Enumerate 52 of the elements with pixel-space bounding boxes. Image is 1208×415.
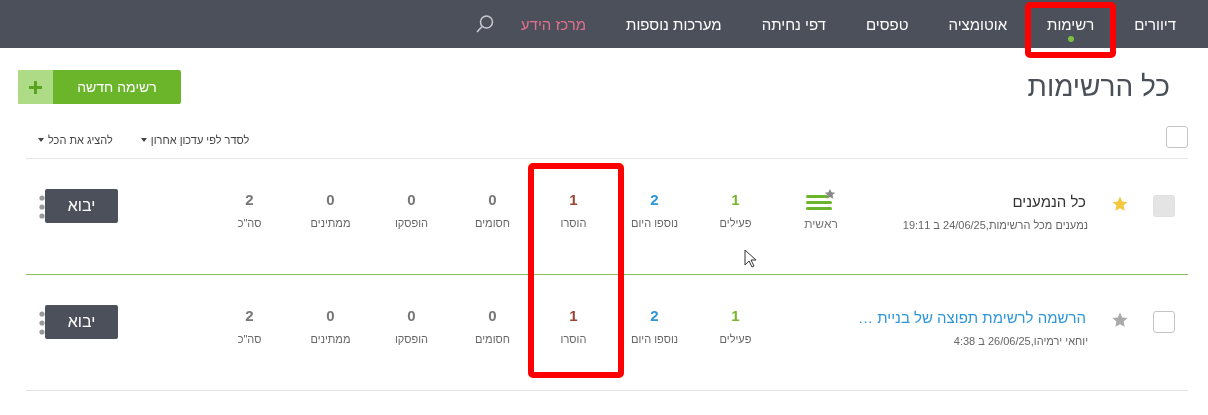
stat-label: חסומים: [475, 333, 510, 345]
pointer-icon: [744, 249, 758, 269]
nav-tab[interactable]: מערכות נוספות: [606, 0, 742, 48]
stat-value: 0: [407, 191, 416, 208]
stat-label: סה"כ: [237, 217, 262, 229]
nav-tab[interactable]: רשימות: [1027, 0, 1115, 48]
stat-label: סה"כ: [237, 333, 262, 345]
stat-label: הופסקו: [394, 333, 429, 345]
search-icon[interactable]: [474, 14, 495, 34]
stat-value: 1: [569, 191, 578, 208]
stat-label: הוסרו: [560, 217, 587, 229]
more-icon[interactable]: [39, 311, 45, 335]
main-label: ראשית: [804, 217, 838, 231]
stat-value: 2: [245, 191, 254, 208]
stat-value: 1: [569, 307, 578, 324]
stat-label: נוספו היום: [631, 333, 678, 345]
list-star-icon: [806, 189, 836, 213]
nav-tab[interactable]: דפי נחיתה: [741, 0, 846, 48]
stat-label: הוסרו: [560, 333, 587, 345]
more-icon[interactable]: [39, 195, 45, 219]
stat-value: 0: [488, 307, 497, 324]
plus-icon: [29, 80, 42, 94]
stat-label: פעילים: [719, 333, 752, 345]
stat-label: הופסקו: [394, 217, 429, 229]
stat-label: נוספו היום: [631, 217, 678, 229]
stat-value: 0: [326, 191, 335, 208]
import-button[interactable]: יבוא: [45, 305, 118, 339]
select-all-checkbox[interactable]: [1166, 126, 1188, 148]
list-subtitle: נמענים מכל הרשימות,24/06/25 ב 19:11: [902, 219, 1088, 231]
stat-label: ממתינים: [310, 333, 351, 345]
stat-value: 0: [407, 307, 416, 324]
caret-icon: [38, 138, 44, 142]
stat-value: 1: [731, 307, 740, 324]
stat-value: 2: [650, 307, 659, 324]
stat-label: פעילים: [719, 217, 752, 229]
stat-value: 2: [245, 307, 254, 324]
nav-tab[interactable]: דיוורים: [1114, 0, 1196, 48]
nav-tab[interactable]: אוטומציה: [928, 0, 1028, 48]
caret-icon: [140, 138, 147, 142]
stat-value: 2: [650, 191, 659, 208]
row-checkbox[interactable]: [1153, 311, 1175, 333]
stat-label: חסומים: [475, 217, 510, 229]
stat-value: 0: [488, 191, 497, 208]
stat-value: 0: [326, 307, 335, 324]
sort-dropdown[interactable]: לסדר לפי עדכון אחרון: [140, 134, 250, 146]
sort-dropdown[interactable]: להציג את הכל: [38, 134, 113, 146]
star-icon[interactable]: [1111, 311, 1129, 329]
list-subtitle: יוחאי ירמיהו,26/06/25 ב 4:38: [953, 335, 1088, 347]
stat-label: ממתינים: [310, 217, 351, 229]
page-title: כל הרשימות: [1027, 71, 1170, 103]
nav-tab[interactable]: טפסים: [845, 0, 929, 48]
stat-value: 1: [731, 191, 740, 208]
